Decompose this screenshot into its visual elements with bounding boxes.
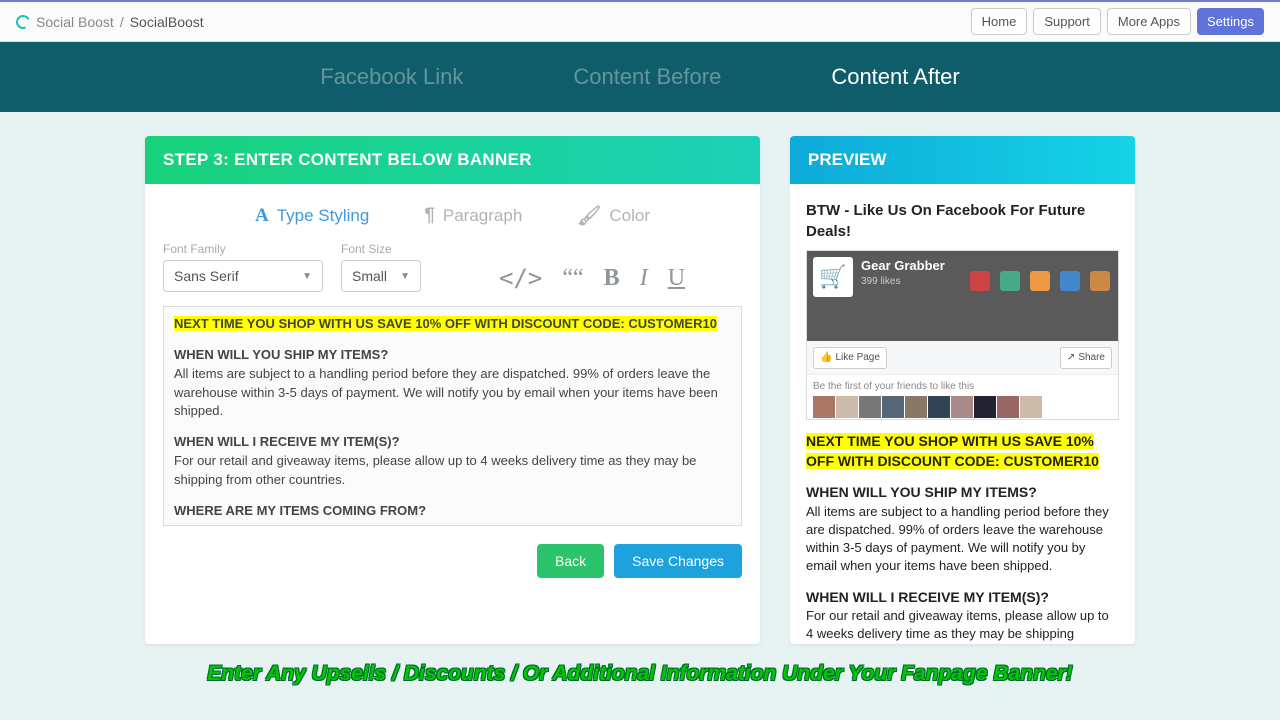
main-container: STEP 3: ENTER CONTENT BELOW BANNER A Type… xyxy=(0,112,1280,644)
type-icon: A xyxy=(255,205,269,227)
thumb-icon: 👍 xyxy=(820,351,832,365)
tab-facebook-link[interactable]: Facebook Link xyxy=(320,64,463,90)
tab-paragraph[interactable]: ¶ Paragraph xyxy=(424,204,522,228)
facebook-widget: 🛒 Gear Grabber 399 likes 👍Like Page ↗Sha… xyxy=(806,250,1119,420)
panel-header: STEP 3: ENTER CONTENT BELOW BANNER xyxy=(145,136,760,184)
tab-content-after[interactable]: Content After xyxy=(831,64,959,90)
topbar: Social Boost / SocialBoost Home Support … xyxy=(0,0,1280,42)
back-button[interactable]: Back xyxy=(537,544,604,578)
italic-icon[interactable]: I xyxy=(640,265,648,292)
app-logo-icon xyxy=(14,13,32,31)
editor-q2: WHEN WILL I RECEIVE MY ITEM(S)? xyxy=(174,433,731,452)
format-icons: </> ““ B I U xyxy=(499,264,685,292)
preview-highlight: NEXT TIME YOU SHOP WITH US SAVE 10% OFF … xyxy=(806,433,1099,469)
action-row: Back Save Changes xyxy=(145,526,760,596)
fb-cover-decoration xyxy=(970,271,1110,291)
save-changes-button[interactable]: Save Changes xyxy=(614,544,742,578)
font-family-label: Font Family xyxy=(163,242,323,256)
tab-content-before[interactable]: Content Before xyxy=(573,64,721,90)
editor-highlight: NEXT TIME YOU SHOP WITH US SAVE 10% OFF … xyxy=(174,316,717,331)
font-size-value: Small xyxy=(352,268,387,284)
chevron-down-icon: ▼ xyxy=(302,271,312,282)
breadcrumb: Social Boost / SocialBoost xyxy=(16,14,204,30)
preview-header: PREVIEW xyxy=(790,136,1135,184)
underline-icon[interactable]: U xyxy=(668,265,685,292)
share-icon: ↗ xyxy=(1067,351,1075,365)
home-button[interactable]: Home xyxy=(971,8,1028,35)
support-button[interactable]: Support xyxy=(1033,8,1101,35)
brush-icon: 🖌 xyxy=(577,204,601,228)
tab-row: Facebook Link Content Before Content Aft… xyxy=(0,42,1280,112)
chevron-down-icon: ▼ xyxy=(400,271,410,282)
preview-q1: WHEN WILL YOU SHIP MY ITEMS? xyxy=(806,483,1119,503)
breadcrumb-separator: / xyxy=(120,14,124,30)
preview-a2: For our retail and giveaway items, pleas… xyxy=(806,607,1119,643)
font-size-select[interactable]: Small ▼ xyxy=(341,260,421,292)
content-editor[interactable]: NEXT TIME YOU SHOP WITH US SAVE 10% OFF … xyxy=(163,306,742,526)
bold-icon[interactable]: B xyxy=(604,265,620,292)
font-size-label: Font Size xyxy=(341,242,421,256)
fb-page-name: Gear Grabber xyxy=(861,257,945,275)
editor-q1: WHEN WILL YOU SHIP MY ITEMS? xyxy=(174,346,731,365)
topbar-buttons: Home Support More Apps Settings xyxy=(971,8,1264,35)
preview-title: BTW - Like Us On Facebook For Future Dea… xyxy=(806,200,1119,242)
cart-icon: 🛒 xyxy=(813,257,853,297)
editor-a1: All items are subject to a handling peri… xyxy=(174,365,731,422)
page-caption: Enter Any Upsells / Discounts / Or Addit… xyxy=(0,662,1280,686)
preview-body: BTW - Like Us On Facebook For Future Dea… xyxy=(790,184,1135,644)
tab-type-label: Type Styling xyxy=(277,206,370,226)
code-block-icon[interactable]: </> xyxy=(499,264,542,292)
tab-color[interactable]: 🖌 Color xyxy=(577,204,650,228)
font-family-value: Sans Serif xyxy=(174,268,239,284)
fb-friends-text: Be the first of your friends to like thi… xyxy=(807,375,1118,396)
breadcrumb-item-1[interactable]: Social Boost xyxy=(36,14,114,30)
font-size-control: Font Size Small ▼ xyxy=(341,242,421,292)
font-family-control: Font Family Sans Serif ▼ xyxy=(163,242,323,292)
settings-button[interactable]: Settings xyxy=(1197,8,1264,35)
paragraph-icon: ¶ xyxy=(424,205,435,227)
fb-like-label: Like Page xyxy=(835,351,879,365)
tab-type-styling[interactable]: A Type Styling xyxy=(255,204,369,228)
blockquote-icon[interactable]: ““ xyxy=(562,265,583,292)
fb-like-button[interactable]: 👍Like Page xyxy=(813,347,887,369)
editor-a2: For our retail and giveaway items, pleas… xyxy=(174,452,731,490)
fb-avatars xyxy=(807,396,1118,418)
preview-a1: All items are subject to a handling peri… xyxy=(806,503,1119,576)
preview-q2: WHEN WILL I RECEIVE MY ITEM(S)? xyxy=(806,588,1119,608)
fb-share-label: Share xyxy=(1078,351,1105,365)
font-family-select[interactable]: Sans Serif ▼ xyxy=(163,260,323,292)
fb-share-button[interactable]: ↗Share xyxy=(1060,347,1112,369)
tab-color-label: Color xyxy=(609,206,650,226)
more-apps-button[interactable]: More Apps xyxy=(1107,8,1191,35)
fb-actionbar: 👍Like Page ↗Share xyxy=(807,341,1118,375)
breadcrumb-item-2: SocialBoost xyxy=(130,14,204,30)
content-editor-panel: STEP 3: ENTER CONTENT BELOW BANNER A Type… xyxy=(145,136,760,644)
style-tabs: A Type Styling ¶ Paragraph 🖌 Color xyxy=(145,184,760,242)
tab-para-label: Paragraph xyxy=(443,206,522,226)
format-controls: Font Family Sans Serif ▼ Font Size Small ▼… xyxy=(145,242,760,306)
fb-cover: 🛒 Gear Grabber 399 likes xyxy=(807,251,1118,341)
preview-panel: PREVIEW BTW - Like Us On Facebook For Fu… xyxy=(790,136,1135,644)
fb-like-count: 399 likes xyxy=(861,275,945,289)
editor-q3: WHERE ARE MY ITEMS COMING FROM? xyxy=(174,502,731,521)
